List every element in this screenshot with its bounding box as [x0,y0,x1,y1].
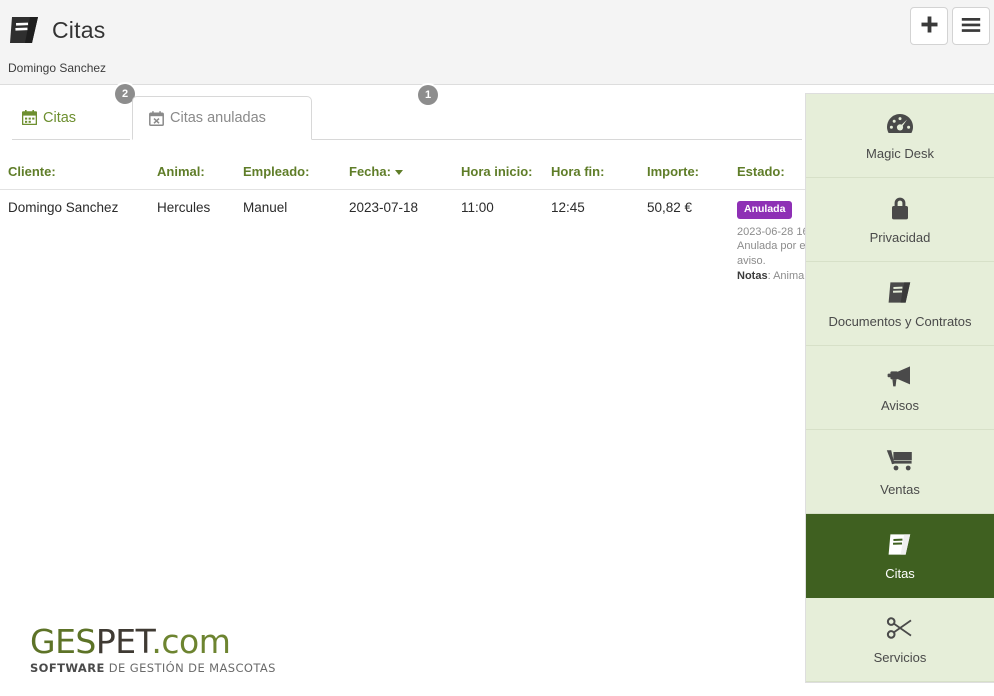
column-header-empleado[interactable]: Empleado: [235,160,341,190]
column-label-fecha: Fecha: [349,164,391,179]
cell-hora-fin: 12:45 [551,200,585,215]
column-label-hora-inicio: Hora inicio: [461,164,533,179]
brand-com: .com [151,622,231,661]
sidebar-item-label: Avisos [880,398,920,414]
book-icon [8,14,42,46]
sort-desc-caret-icon [394,170,403,176]
sidebar-item-label: Privacidad [869,230,931,246]
hamburger-icon [961,17,981,36]
sidebar-item-documentos[interactable]: Documentos y Contratos [806,262,994,346]
table-header: Cliente: Animal: Empleado: Fecha: Hora i… [0,160,893,190]
cell-animal: Hercules [157,200,211,215]
bullhorn-icon [886,361,914,391]
calendar-icon [22,110,37,125]
sidebar-item-label: Ventas [880,482,920,498]
sidebar-item-magic-desk[interactable]: Magic Desk [806,94,994,178]
cell-empleado: Manuel [243,200,288,215]
column-header-hora-fin[interactable]: Hora fin: [543,160,639,190]
lock-icon [889,193,911,223]
column-label-estado: Estado: [737,164,785,179]
brand-tagline-rest: DE GESTIÓN DE MASCOTAS [104,661,276,675]
cell-cliente: Domingo Sanchez [8,200,119,215]
table-body: Domingo Sanchez Hercules Manuel 2023-07-… [0,190,893,292]
tachometer-icon [886,109,914,139]
brand-pet: PET [95,622,152,661]
tab-citas-anuladas[interactable]: Citas anuladas 1 [132,85,438,140]
sidebar-item-servicios[interactable]: Servicios [806,598,994,682]
column-header-fecha[interactable]: Fecha: [341,160,453,190]
sidebar: Magic Desk Privacidad Documentos y Contr… [805,93,994,683]
cell-importe: 50,82 € [647,200,693,215]
column-label-importe: Importe: [647,164,699,179]
tab-citas[interactable]: Citas 2 [12,84,135,140]
cell-fecha: 2023-07-18 [349,200,419,215]
cell-hora-inicio: 11:00 [461,200,494,215]
header-subtitle: Domingo Sanchez [8,61,107,75]
page-title: Citas [52,16,106,43]
column-label-hora-fin: Hora fin: [551,164,605,179]
tab-citas-anuladas-badge: 1 [418,85,438,105]
sidebar-item-avisos[interactable]: Avisos [806,346,994,430]
brand-tagline-strong: SOFTWARE [30,661,105,675]
brand-ges: GES [30,622,96,661]
scissors-icon [886,613,914,643]
app-header: Citas Domingo Sanchez [0,0,994,85]
plus-icon [920,15,939,37]
brand-tagline: SOFTWARE DE GESTIÓN DE MASCOTAS [30,661,276,675]
brand-logo: GESPET.com SOFTWARE DE GESTIÓN DE MASCOT… [30,625,276,675]
menu-button[interactable] [952,7,990,45]
sidebar-item-citas[interactable]: Citas [806,514,994,598]
table-row[interactable]: Domingo Sanchez Hercules Manuel 2023-07-… [0,190,893,292]
shopping-cart-icon [886,445,914,475]
column-label-empleado: Empleado: [243,164,310,179]
status-notes-label: Notas [737,270,768,283]
brand-wordmark: GESPET.com [30,625,276,658]
column-header-animal[interactable]: Animal: [149,160,235,190]
sidebar-item-label: Documentos y Contratos [828,314,972,330]
book-icon [887,277,913,307]
sidebar-item-privacidad[interactable]: Privacidad [806,178,994,262]
column-label-cliente: Cliente: [8,164,56,179]
status-badge: Anulada [737,201,793,219]
header-title-block: Citas [8,14,105,46]
column-header-hora-inicio[interactable]: Hora inicio: [453,160,543,190]
column-header-importe[interactable]: Importe: [639,160,729,190]
sidebar-item-label: Magic Desk [866,146,934,162]
add-button[interactable] [910,7,948,45]
table-header-row: Cliente: Animal: Empleado: Fecha: Hora i… [0,160,893,190]
column-label-animal: Animal: [157,164,205,179]
tab-bar-underline [312,139,802,140]
tab-citas-anuladas-label: Citas anuladas [170,110,266,126]
tab-bar: Citas 2 Citas anuladas 1 [0,84,802,141]
tab-citas-label: Citas [43,109,77,126]
sidebar-item-label: Citas [885,566,915,582]
sidebar-item-ventas[interactable]: Ventas [806,430,994,514]
book-icon [887,529,913,559]
calendar-times-icon [149,110,164,126]
appointments-table: Cliente: Animal: Empleado: Fecha: Hora i… [0,160,893,292]
sidebar-item-label: Servicios [873,650,927,666]
column-header-cliente[interactable]: Cliente: [0,160,149,190]
